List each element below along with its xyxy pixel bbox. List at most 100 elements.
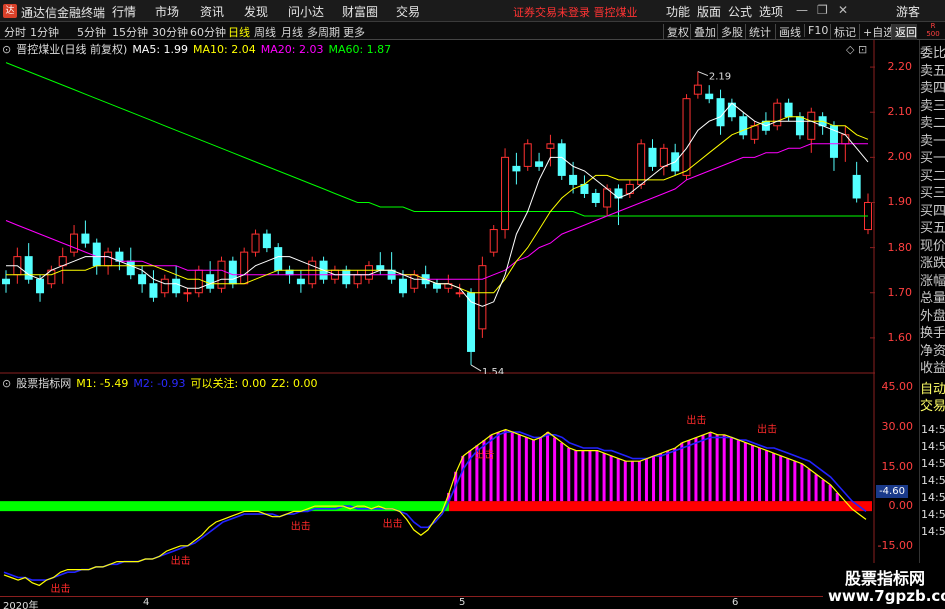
candle-body [535, 161, 544, 167]
period-60min[interactable]: 60分钟 [190, 24, 226, 40]
restore-icon[interactable]: ❐ [817, 3, 828, 17]
signal-label: 出击 [291, 519, 311, 532]
menu-options[interactable]: 选项 [759, 3, 783, 20]
tool-add-watchlist[interactable]: +自选 [859, 24, 894, 40]
histogram-bar [772, 453, 776, 502]
menu-discover[interactable]: 发现 [244, 3, 268, 20]
sidebar-item[interactable]: 卖二 [920, 114, 945, 133]
close-icon[interactable]: ✕ [838, 3, 848, 17]
candle-body [160, 278, 169, 294]
date-axis: 2020年 4 5 6 [0, 596, 875, 609]
menu-ask[interactable]: 问小达 [288, 3, 324, 20]
tool-adjust[interactable]: 复权 [663, 24, 689, 40]
minimize-icon[interactable]: — [796, 3, 808, 17]
price-tick-label: 2.20 [887, 60, 913, 74]
period-15min[interactable]: 15分钟 [112, 24, 148, 40]
histogram-bar [630, 461, 634, 502]
menu-news[interactable]: 资讯 [200, 3, 224, 20]
sidebar-item[interactable]: 买四 [920, 202, 945, 221]
candle-body [228, 260, 237, 285]
guest-label[interactable]: 游客 [896, 3, 920, 20]
collapse-icon[interactable]: ⊙ [2, 43, 11, 56]
period-monthly[interactable]: 月线 [281, 24, 303, 40]
candle-body [501, 156, 510, 231]
sidebar-item[interactable]: 交易 [920, 397, 945, 416]
candle-body [206, 274, 215, 289]
m2-value: M2: -0.93 [133, 377, 186, 390]
menu-quotes[interactable]: 行情 [112, 3, 136, 20]
candle-body [149, 283, 158, 298]
period-daily[interactable]: 日线 [228, 24, 250, 40]
trade-time: 14:56 [921, 474, 945, 487]
candle-body [285, 269, 294, 276]
indicator-chart[interactable]: 出击出击出击 出击出击出击出击 [0, 374, 875, 596]
histogram-bar [531, 440, 535, 502]
menu-market[interactable]: 市场 [155, 3, 179, 20]
expand-icon[interactable]: ⊡ [858, 43, 867, 56]
histogram-bar [793, 461, 797, 502]
candle-body [569, 174, 578, 185]
sidebar-item[interactable]: 卖四 [920, 79, 945, 98]
sidebar-item[interactable]: 买一 [920, 149, 945, 168]
sidebar-item[interactable]: 卖五 [920, 62, 945, 81]
indicator-tick-label: 45.00 [881, 380, 914, 394]
sidebar-item[interactable]: 外盘 [920, 307, 945, 326]
collapse-icon[interactable]: ⊙ [2, 377, 11, 390]
sidebar-item[interactable]: 涨幅 [920, 272, 945, 291]
login-notice[interactable]: 证券交易未登录 晋控煤业 [513, 4, 638, 20]
sidebar-item[interactable]: 净资 [920, 342, 945, 361]
tool-stats[interactable]: 统计 [745, 24, 771, 40]
period-5min[interactable]: 5分钟 [77, 24, 106, 40]
sidebar-item[interactable]: 总量 [920, 289, 945, 308]
watermark-url: www.7gpzb.com [828, 587, 945, 605]
sidebar-item[interactable]: 买三 [920, 184, 945, 203]
tool-mark[interactable]: 标记 [830, 24, 856, 40]
sidebar-item[interactable]: 换手 [920, 324, 945, 343]
tool-back[interactable]: 返回 [891, 24, 917, 40]
price-tick-label: 1.70 [887, 285, 913, 299]
indicator-name: 股票指标网 [16, 377, 72, 390]
sidebar-item[interactable]: 收益 [920, 359, 945, 378]
signal-label: 出击 [474, 448, 494, 461]
ma5-line [6, 102, 869, 307]
menu-function[interactable]: 功能 [666, 3, 690, 20]
period-30min[interactable]: 30分钟 [152, 24, 188, 40]
histogram-bar [786, 458, 790, 502]
trade-time: 14:56 [921, 440, 945, 453]
period-multi[interactable]: 多周期 [307, 24, 340, 40]
histogram-bar [722, 434, 726, 502]
signal-label: 出击 [171, 554, 191, 567]
candlestick-chart[interactable]: 2.19 1.54 [0, 40, 875, 374]
period-timeshare[interactable]: 分时 [4, 24, 26, 40]
candle-body [716, 98, 725, 127]
menu-trade[interactable]: 交易 [396, 3, 420, 20]
candle-body [489, 229, 498, 253]
sidebar-item[interactable]: 涨跌 [920, 254, 945, 273]
menu-layout[interactable]: 版面 [697, 3, 721, 20]
price-tick-label: 1.60 [887, 330, 913, 344]
histogram-bar [821, 479, 825, 502]
sidebar-item[interactable]: 现价 [920, 237, 945, 256]
menu-wealth-circle[interactable]: 财富圈 [342, 3, 378, 20]
tool-overlay[interactable]: 叠加 [690, 24, 716, 40]
period-weekly[interactable]: 周线 [254, 24, 276, 40]
tool-draw[interactable]: 画线 [775, 24, 801, 40]
sidebar-item[interactable]: 卖一 [920, 132, 945, 151]
period-more[interactable]: 更多 [343, 24, 365, 40]
histogram-bar [659, 453, 663, 502]
sidebar-item[interactable]: 委比 [920, 44, 945, 63]
date-label: 6 [732, 597, 739, 608]
diamond-icon[interactable]: ◇ [846, 43, 854, 56]
sidebar-item[interactable]: 买二 [920, 167, 945, 186]
candle-body [739, 116, 748, 136]
histogram-bar [729, 437, 733, 502]
tool-f10[interactable]: F10 [804, 24, 828, 37]
sidebar-item[interactable]: 买五 [920, 219, 945, 238]
period-1min[interactable]: 1分钟 [30, 24, 59, 40]
sidebar-item[interactable]: 卖三 [920, 97, 945, 116]
histogram-bar [517, 434, 521, 502]
tool-multi-stock[interactable]: 多股 [717, 24, 743, 40]
candle-body [398, 278, 407, 294]
histogram-bar [637, 461, 641, 502]
menu-formula[interactable]: 公式 [728, 3, 752, 20]
